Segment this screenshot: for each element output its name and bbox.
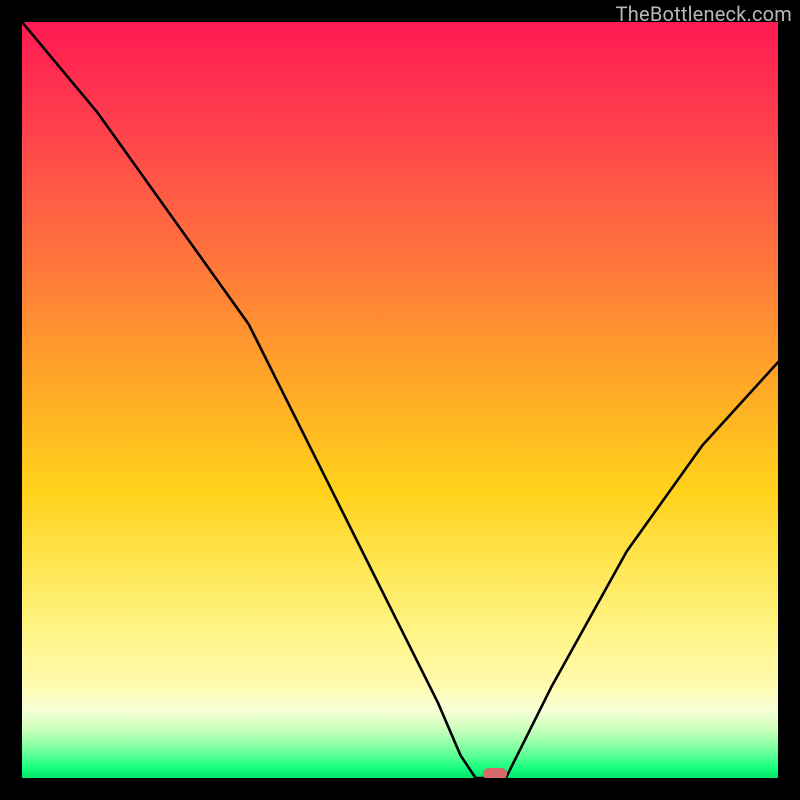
plot-area [22,22,778,778]
plot-background-gradient [22,22,778,778]
optimal-marker [483,768,507,778]
